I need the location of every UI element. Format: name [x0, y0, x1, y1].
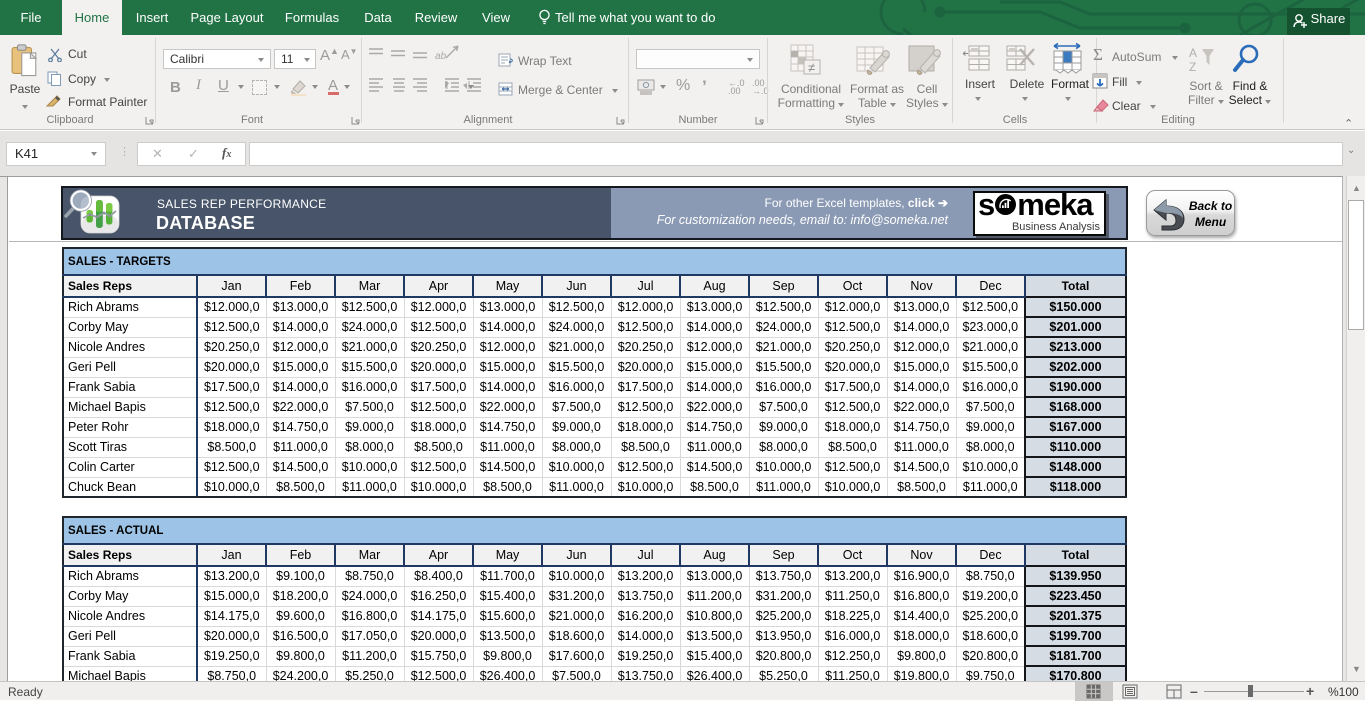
svg-text:A: A: [1189, 46, 1197, 60]
svg-text:Z: Z: [1189, 60, 1196, 74]
